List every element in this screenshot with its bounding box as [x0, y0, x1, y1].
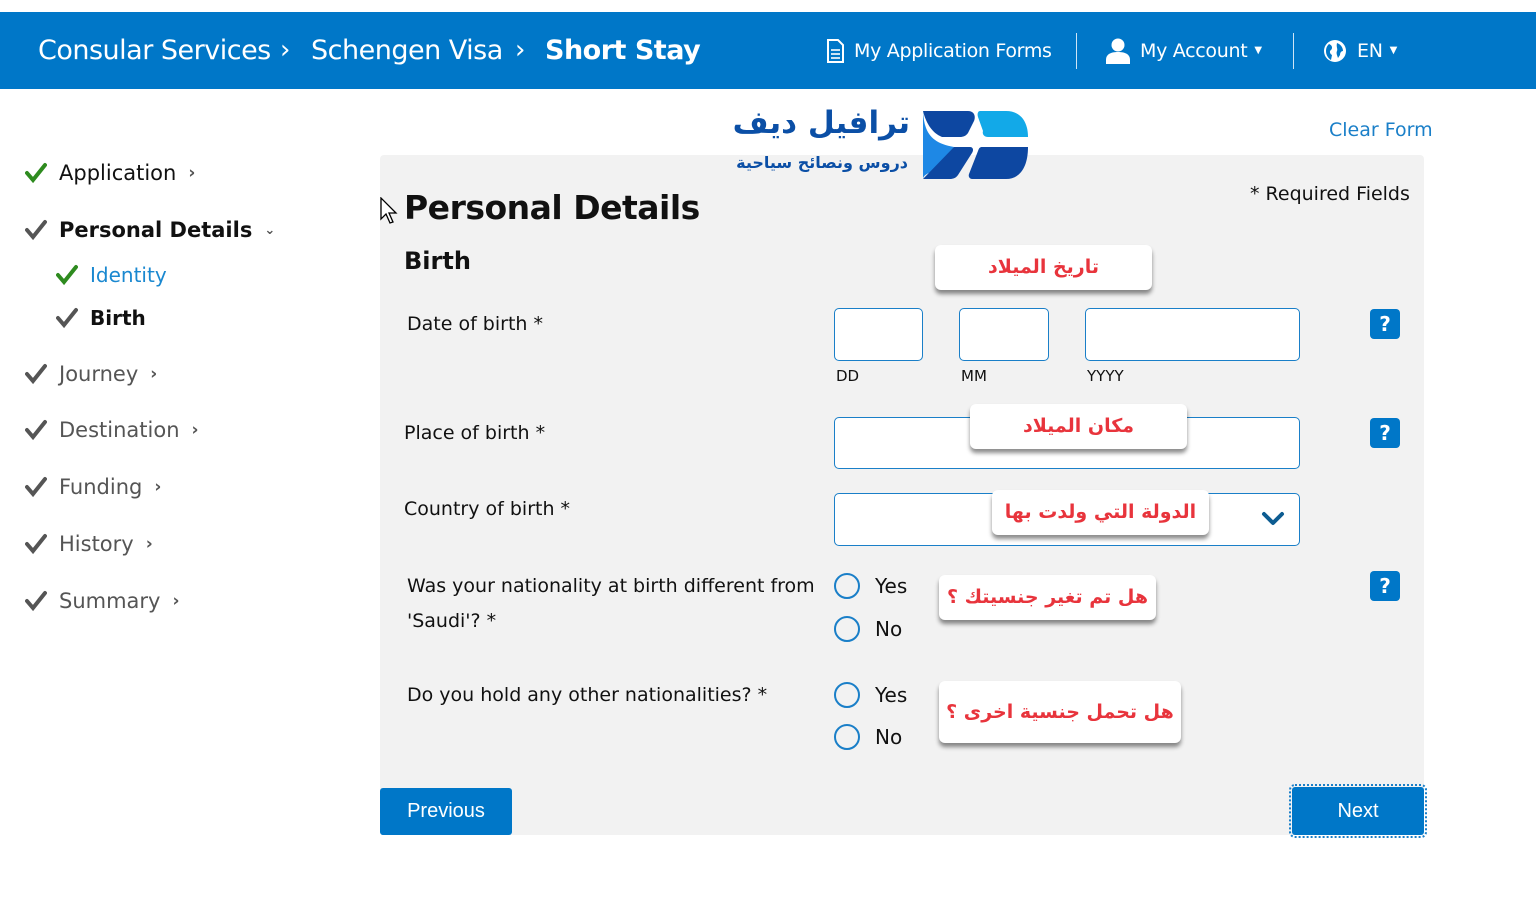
date-of-birth-label: Date of birth *: [407, 313, 543, 335]
logo-subtitle: دروس ونصائح سياحية: [736, 153, 908, 172]
check-icon: [25, 220, 47, 241]
radio-label: No: [875, 725, 903, 749]
caret-down-icon: ▼: [1254, 45, 1262, 56]
mouse-cursor-icon: [380, 197, 398, 224]
chevron-down-icon: [1262, 512, 1284, 525]
page-title: Personal Details: [404, 188, 700, 227]
country-of-birth-label: Country of birth *: [404, 498, 571, 520]
nationality-different-label-line1: Was your nationality at birth different …: [407, 575, 815, 597]
chevron-right-icon: ›: [188, 163, 196, 183]
nationality-different-no-radio[interactable]: No: [834, 616, 902, 642]
sidebar-item-destination[interactable]: Destination ›: [25, 418, 199, 442]
dob-month-input[interactable]: [959, 308, 1049, 361]
annotation-other-nationality: هل تحمل جنسية اخرى ؟: [939, 681, 1181, 743]
required-fields-note: * Required Fields: [1250, 183, 1410, 205]
chevron-right-icon: ›: [150, 364, 158, 384]
radio-label: No: [875, 617, 903, 641]
radio-circle[interactable]: [834, 616, 860, 642]
radio-circle[interactable]: [834, 724, 860, 750]
sidebar-item-label: Summary: [59, 589, 161, 613]
breadcrumb-schengen-visa[interactable]: Schengen Visa: [311, 12, 503, 89]
sidebar-item-label: Identity: [90, 263, 167, 287]
logo-mark-icon: [923, 111, 1028, 179]
breadcrumb-short-stay: Short Stay: [545, 35, 701, 66]
sidebar-item-label: Birth: [90, 306, 146, 330]
language-dropdown[interactable]: EN ▼: [1323, 12, 1397, 89]
sidebar-item-personal-details[interactable]: Personal Details ⌄: [25, 218, 275, 242]
sidebar-item-funding[interactable]: Funding ›: [25, 475, 161, 499]
next-button[interactable]: Next: [1292, 787, 1424, 835]
top-header-bar: Consular Services › Schengen Visa › Shor…: [0, 12, 1536, 89]
chevron-right-icon: ›: [191, 420, 199, 440]
check-icon: [56, 308, 78, 329]
dob-day-input[interactable]: [834, 308, 923, 361]
sidebar-item-summary[interactable]: Summary ›: [25, 589, 180, 613]
globe-icon: [1324, 39, 1346, 62]
section-title: Birth: [404, 247, 471, 275]
nationality-different-label-line2: 'Saudi'? *: [407, 610, 497, 632]
breadcrumb-separator-icon: ›: [515, 35, 526, 65]
radio-circle[interactable]: [834, 682, 860, 708]
chevron-down-icon: ⌄: [264, 222, 276, 238]
language-label: EN: [1357, 39, 1383, 62]
check-icon: [25, 163, 47, 184]
sidebar-item-history[interactable]: History ›: [25, 532, 153, 556]
chevron-right-icon: ›: [145, 534, 153, 554]
check-icon: [25, 591, 47, 612]
nav-divider: [1076, 33, 1077, 69]
dob-year-input[interactable]: [1085, 308, 1300, 361]
chevron-right-icon: ›: [154, 477, 162, 497]
check-icon: [25, 364, 47, 385]
check-icon: [56, 265, 78, 286]
sidebar-item-label: Funding: [59, 475, 143, 499]
sidebar-item-label: History: [59, 532, 134, 556]
my-application-forms-link[interactable]: My Application Forms: [826, 12, 1052, 89]
my-account-dropdown[interactable]: My Account ▼: [1106, 12, 1262, 89]
help-icon[interactable]: ?: [1370, 571, 1400, 601]
radio-circle[interactable]: [834, 573, 860, 599]
breadcrumb-consular-services[interactable]: Consular Services: [38, 12, 271, 89]
other-nationalities-label: Do you hold any other nationalities? *: [407, 684, 768, 706]
nav-divider: [1293, 33, 1294, 69]
dob-year-sublabel: YYYY: [1087, 367, 1124, 385]
check-icon: [25, 534, 47, 555]
help-icon[interactable]: ?: [1370, 309, 1400, 339]
clear-form-link[interactable]: Clear Form: [1329, 119, 1433, 141]
sidebar-item-label: Application: [59, 161, 177, 185]
travel-dev-logo: ترافيل ديف دروس ونصائح سياحية: [733, 105, 1040, 185]
sidebar-item-label: Destination: [59, 418, 180, 442]
user-icon: [1106, 38, 1130, 64]
check-icon: [25, 420, 47, 441]
other-nationalities-no-radio[interactable]: No: [834, 724, 902, 750]
chevron-right-icon: ›: [172, 591, 180, 611]
radio-label: Yes: [875, 683, 908, 707]
my-application-forms-label: My Application Forms: [854, 39, 1052, 62]
sidebar-subitem-identity[interactable]: Identity: [56, 263, 167, 287]
breadcrumb-separator-icon: ›: [280, 35, 291, 65]
logo-title: ترافيل ديف: [732, 105, 910, 141]
my-account-label: My Account: [1140, 39, 1248, 62]
annotation-country-of-birth: الدولة التي ولدت بها: [992, 490, 1209, 535]
radio-label: Yes: [875, 574, 908, 598]
dob-day-sublabel: DD: [836, 367, 860, 385]
sidebar-item-application[interactable]: Application ›: [25, 161, 195, 185]
nationality-different-yes-radio[interactable]: Yes: [834, 573, 907, 599]
previous-button[interactable]: Previous: [380, 788, 512, 835]
check-icon: [25, 477, 47, 498]
help-icon[interactable]: ?: [1370, 418, 1400, 448]
document-icon: [827, 38, 844, 63]
sidebar-item-label: Personal Details: [59, 218, 253, 242]
caret-down-icon: ▼: [1389, 45, 1398, 56]
sidebar-subitem-birth[interactable]: Birth: [56, 306, 146, 330]
dob-month-sublabel: MM: [961, 367, 987, 385]
other-nationalities-yes-radio[interactable]: Yes: [834, 682, 907, 708]
place-of-birth-label: Place of birth *: [404, 422, 546, 444]
sidebar-item-label: Journey: [59, 362, 139, 386]
annotation-place-of-birth: مكان الميلاد: [970, 404, 1187, 449]
annotation-date-of-birth: تاريخ الميلاد: [935, 245, 1152, 290]
annotation-nationality-changed: هل تم تغير جنسيتك ؟: [939, 575, 1156, 620]
sidebar-item-journey[interactable]: Journey ›: [25, 362, 157, 386]
